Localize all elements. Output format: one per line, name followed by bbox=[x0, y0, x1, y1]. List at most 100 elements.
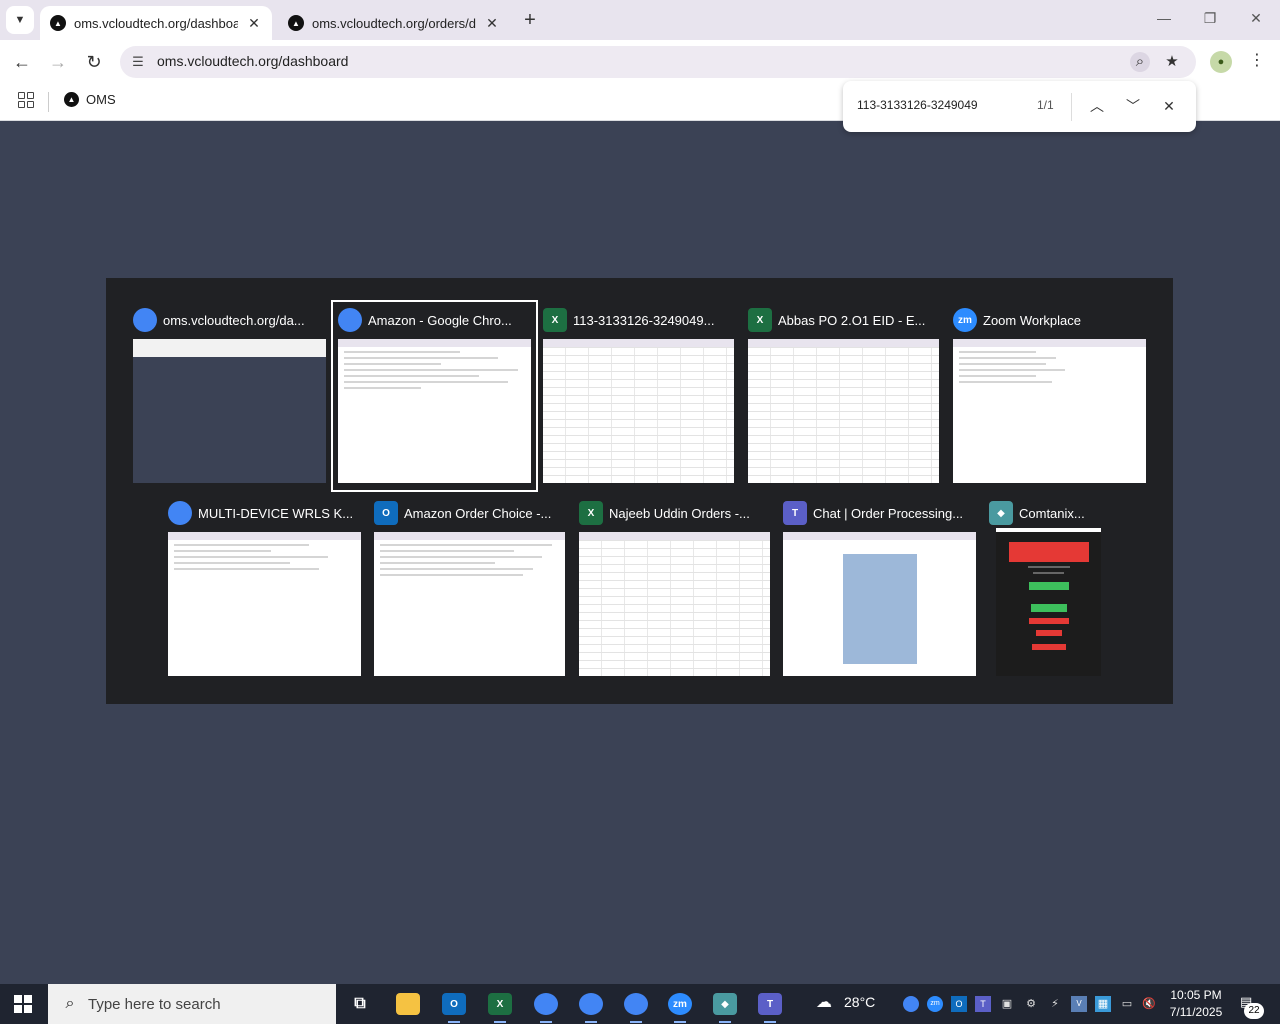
folder-icon bbox=[396, 993, 420, 1015]
chrome-icon bbox=[338, 308, 362, 332]
back-button[interactable]: ← bbox=[10, 50, 34, 74]
weather-widget[interactable]: ☁ 28°C bbox=[816, 992, 875, 1012]
taskbar-chrome-3[interactable] bbox=[618, 988, 654, 1023]
reload-button[interactable]: ↻ bbox=[82, 50, 106, 74]
tray-vpn-icon[interactable]: V bbox=[1071, 996, 1087, 1012]
taskbar-teams[interactable]: T bbox=[752, 988, 788, 1023]
window-title: X Abbas PO 2.O1 EID - E... bbox=[748, 305, 939, 335]
bookmark-label: OMS bbox=[86, 92, 116, 107]
taskbar-comtanix[interactable]: ◆ bbox=[707, 988, 743, 1023]
apps-grid-icon[interactable] bbox=[18, 92, 34, 108]
outlook-icon: O bbox=[374, 501, 398, 525]
windows-start-icon[interactable] bbox=[14, 995, 32, 1013]
chrome-icon bbox=[624, 993, 648, 1015]
weather-temperature: 28°C bbox=[844, 994, 876, 1010]
tray-zoom-icon[interactable]: zm bbox=[927, 996, 943, 1012]
switcher-window-teams[interactable]: T Chat | Order Processing... bbox=[783, 498, 976, 676]
taskbar-chrome-2[interactable] bbox=[573, 988, 609, 1023]
menu-button[interactable]: ⋮ bbox=[1249, 50, 1265, 70]
tab-dashboard[interactable]: ▲ oms.vcloudtech.org/dashboard ✕ bbox=[40, 6, 272, 40]
find-input[interactable] bbox=[857, 98, 1027, 112]
taskbar-search[interactable]: ⌕ Type here to search bbox=[48, 984, 336, 1024]
switcher-window-oms[interactable]: oms.vcloudtech.org/da... bbox=[133, 305, 326, 483]
find-result-count: 1/1 bbox=[1037, 98, 1054, 112]
taskbar-excel[interactable]: X bbox=[482, 988, 518, 1023]
tray-screen-icon[interactable]: ▣ bbox=[999, 996, 1015, 1012]
window-thumbnail bbox=[338, 339, 531, 483]
excel-icon: X bbox=[579, 501, 603, 525]
zoom-icon: zm bbox=[953, 308, 977, 332]
arrow-left-icon: ← bbox=[13, 52, 31, 72]
window-thumbnail bbox=[579, 532, 770, 676]
minimize-button[interactable]: — bbox=[1154, 10, 1174, 26]
close-icon[interactable]: ✕ bbox=[246, 15, 262, 32]
taskbar: ⌕ Type here to search ⧉ O X zm ◆ T ☁ 28°… bbox=[0, 984, 1280, 1024]
find-next-button[interactable]: ﹀ bbox=[1122, 95, 1144, 117]
task-view-button[interactable]: ⧉ bbox=[342, 988, 378, 1020]
switcher-window-excel-abbas[interactable]: X Abbas PO 2.O1 EID - E... bbox=[748, 305, 939, 483]
taskbar-outlook[interactable]: O bbox=[436, 988, 472, 1023]
switcher-window-zoom[interactable]: zm Zoom Workplace bbox=[953, 305, 1146, 483]
tray-app-icon[interactable]: ▦ bbox=[1095, 996, 1111, 1012]
tab-order-details[interactable]: ▲ oms.vcloudtech.org/orders/det ✕ bbox=[278, 6, 510, 40]
switcher-window-excel-najeeb[interactable]: X Najeeb Uddin Orders -... bbox=[579, 498, 770, 676]
taskbar-zoom[interactable]: zm bbox=[662, 988, 698, 1023]
window-thumbnail bbox=[168, 532, 361, 676]
taskbar-file-explorer[interactable] bbox=[390, 988, 426, 1020]
window-thumbnail bbox=[374, 532, 565, 676]
zoom-icon: zm bbox=[668, 993, 692, 1015]
divider bbox=[1071, 93, 1072, 121]
chrome-icon bbox=[579, 993, 603, 1015]
tab-search-button[interactable]: ▼ bbox=[6, 6, 34, 34]
bookmark-oms[interactable]: ▲ OMS bbox=[64, 92, 116, 107]
switcher-window-outlook[interactable]: O Amazon Order Choice -... bbox=[374, 498, 565, 676]
close-icon[interactable]: ✕ bbox=[484, 15, 500, 32]
volume-muted-icon[interactable]: 🔇 bbox=[1141, 996, 1157, 1012]
wifi-icon[interactable]: ▭ bbox=[1119, 996, 1135, 1012]
close-icon: ✕ bbox=[1250, 10, 1262, 26]
oms-favicon-icon: ▲ bbox=[50, 15, 66, 31]
oms-favicon-icon: ▲ bbox=[288, 15, 304, 31]
system-clock[interactable]: 10:05 PM 7/11/2025 bbox=[1158, 987, 1234, 1021]
bookmark-star-icon[interactable]: ★ bbox=[1162, 52, 1182, 72]
find-close-button[interactable]: ✕ bbox=[1158, 95, 1180, 117]
switcher-window-multi-device[interactable]: MULTI-DEVICE WRLS K... bbox=[168, 498, 361, 676]
task-switcher: oms.vcloudtech.org/da... Amazon - Google… bbox=[106, 278, 1173, 704]
oms-favicon-icon: ▲ bbox=[64, 92, 79, 107]
comtanix-icon: ◆ bbox=[713, 993, 737, 1015]
window-title: ◆ Comtanix... bbox=[989, 498, 1101, 528]
taskbar-chrome-1[interactable] bbox=[528, 988, 564, 1023]
chevron-up-icon: ︿ bbox=[1090, 98, 1104, 114]
new-tab-button[interactable]: + bbox=[518, 8, 542, 32]
arrow-right-icon: → bbox=[49, 52, 67, 72]
page-search-icon[interactable]: ⌕ bbox=[1130, 52, 1150, 72]
minimize-icon: — bbox=[1157, 10, 1171, 26]
restore-button[interactable]: ❐ bbox=[1200, 10, 1220, 27]
find-previous-button[interactable]: ︿ bbox=[1086, 95, 1108, 117]
tray-outlook-icon[interactable]: O bbox=[951, 996, 967, 1012]
tray-chrome-icon[interactable] bbox=[903, 996, 919, 1012]
window-thumbnail bbox=[953, 339, 1146, 483]
switcher-window-amazon-chrome[interactable]: Amazon - Google Chro... bbox=[331, 300, 538, 492]
window-thumbnail bbox=[133, 339, 326, 483]
window-title: X Najeeb Uddin Orders -... bbox=[579, 498, 770, 528]
tray-teams-icon[interactable]: T bbox=[975, 996, 991, 1012]
profile-avatar[interactable]: ● bbox=[1210, 51, 1232, 73]
window-title: oms.vcloudtech.org/da... bbox=[133, 305, 326, 335]
site-info-icon[interactable]: ☰ bbox=[130, 54, 146, 70]
tray-network-icon[interactable]: ⚡ bbox=[1047, 996, 1063, 1012]
address-bar[interactable]: ☰ oms.vcloudtech.org/dashboard ⌕ ★ bbox=[120, 46, 1196, 78]
chevron-down-icon: ▼ bbox=[14, 14, 26, 26]
clock-date: 7/11/2025 bbox=[1169, 1005, 1223, 1019]
switcher-window-comtanix[interactable]: ◆ Comtanix... bbox=[989, 498, 1101, 676]
teams-icon: T bbox=[758, 993, 782, 1015]
close-window-button[interactable]: ✕ bbox=[1246, 10, 1266, 27]
tray-usb-icon[interactable]: ⚙ bbox=[1023, 996, 1039, 1012]
task-view-icon: ⧉ bbox=[354, 995, 366, 1012]
weather-cloud-icon: ☁ bbox=[816, 994, 832, 1011]
forward-button[interactable]: → bbox=[46, 50, 70, 74]
switcher-window-excel-order[interactable]: X 113-3133126-3249049... bbox=[543, 305, 734, 483]
search-placeholder: Type here to search bbox=[88, 995, 221, 1013]
chrome-icon bbox=[133, 308, 157, 332]
address-url[interactable]: oms.vcloudtech.org/dashboard bbox=[157, 53, 348, 69]
